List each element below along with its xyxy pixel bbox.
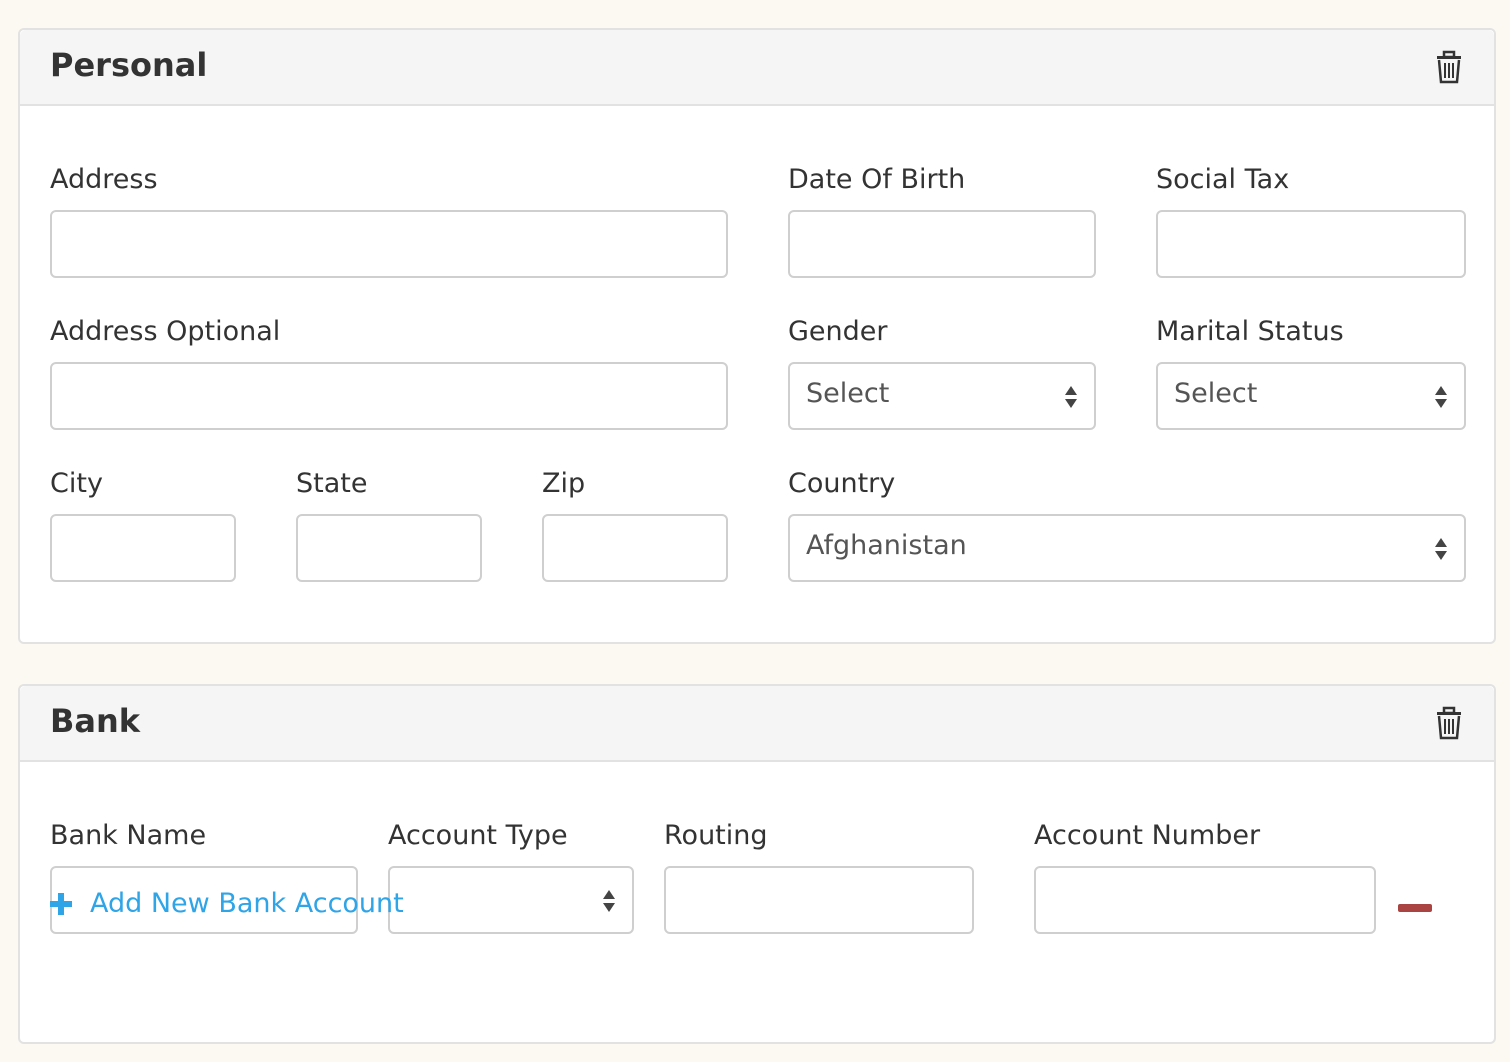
city-label: City: [50, 468, 103, 499]
date-of-birth-label: Date Of Birth: [788, 164, 966, 195]
bank-panel-title: Bank: [50, 702, 141, 740]
bank-name-label: Bank Name: [50, 820, 207, 851]
select-arrows-icon: [1435, 386, 1447, 408]
add-new-bank-account-label: Add New Bank Account: [90, 888, 404, 919]
country-select[interactable]: Afghanistan: [788, 514, 1466, 582]
marital-status-select[interactable]: Select: [1156, 362, 1466, 430]
plus-icon: [50, 892, 72, 915]
routing-input[interactable]: [664, 866, 974, 934]
add-new-bank-account-link[interactable]: Add New Bank Account: [50, 888, 404, 919]
remove-bank-account-button[interactable]: [1398, 904, 1432, 912]
marital-status-selected-value: Select: [1174, 378, 1258, 409]
address-label: Address: [50, 164, 158, 195]
state-input[interactable]: [296, 514, 482, 582]
social-tax-label: Social Tax: [1156, 164, 1290, 195]
trash-icon[interactable]: [1434, 706, 1464, 740]
country-selected-value: Afghanistan: [806, 530, 967, 561]
gender-selected-value: Select: [806, 378, 890, 409]
zip-label: Zip: [542, 468, 586, 499]
bank-panel-header: Bank: [20, 686, 1494, 762]
date-of-birth-input[interactable]: [788, 210, 1096, 278]
city-input[interactable]: [50, 514, 236, 582]
bank-panel: Bank Bank Name Account Type Routing Acco…: [18, 684, 1496, 1044]
account-type-label: Account Type: [388, 820, 568, 851]
account-type-select[interactable]: [388, 866, 634, 934]
address-optional-label: Address Optional: [50, 316, 281, 347]
account-number-input[interactable]: [1034, 866, 1376, 934]
country-label: Country: [788, 468, 896, 499]
trash-icon[interactable]: [1434, 50, 1464, 84]
personal-panel: Personal Address Date Of Birth Social Ta…: [18, 28, 1496, 644]
select-arrows-icon: [603, 890, 615, 912]
address-input[interactable]: [50, 210, 728, 278]
gender-label: Gender: [788, 316, 888, 347]
gender-select[interactable]: Select: [788, 362, 1096, 430]
address-optional-input[interactable]: [50, 362, 728, 430]
account-number-label: Account Number: [1034, 820, 1261, 851]
state-label: State: [296, 468, 368, 499]
personal-panel-header: Personal: [20, 30, 1494, 106]
select-arrows-icon: [1435, 538, 1447, 560]
marital-status-label: Marital Status: [1156, 316, 1344, 347]
routing-label: Routing: [664, 820, 768, 851]
select-arrows-icon: [1065, 386, 1077, 408]
personal-panel-title: Personal: [50, 46, 208, 84]
social-tax-input[interactable]: [1156, 210, 1466, 278]
zip-input[interactable]: [542, 514, 728, 582]
